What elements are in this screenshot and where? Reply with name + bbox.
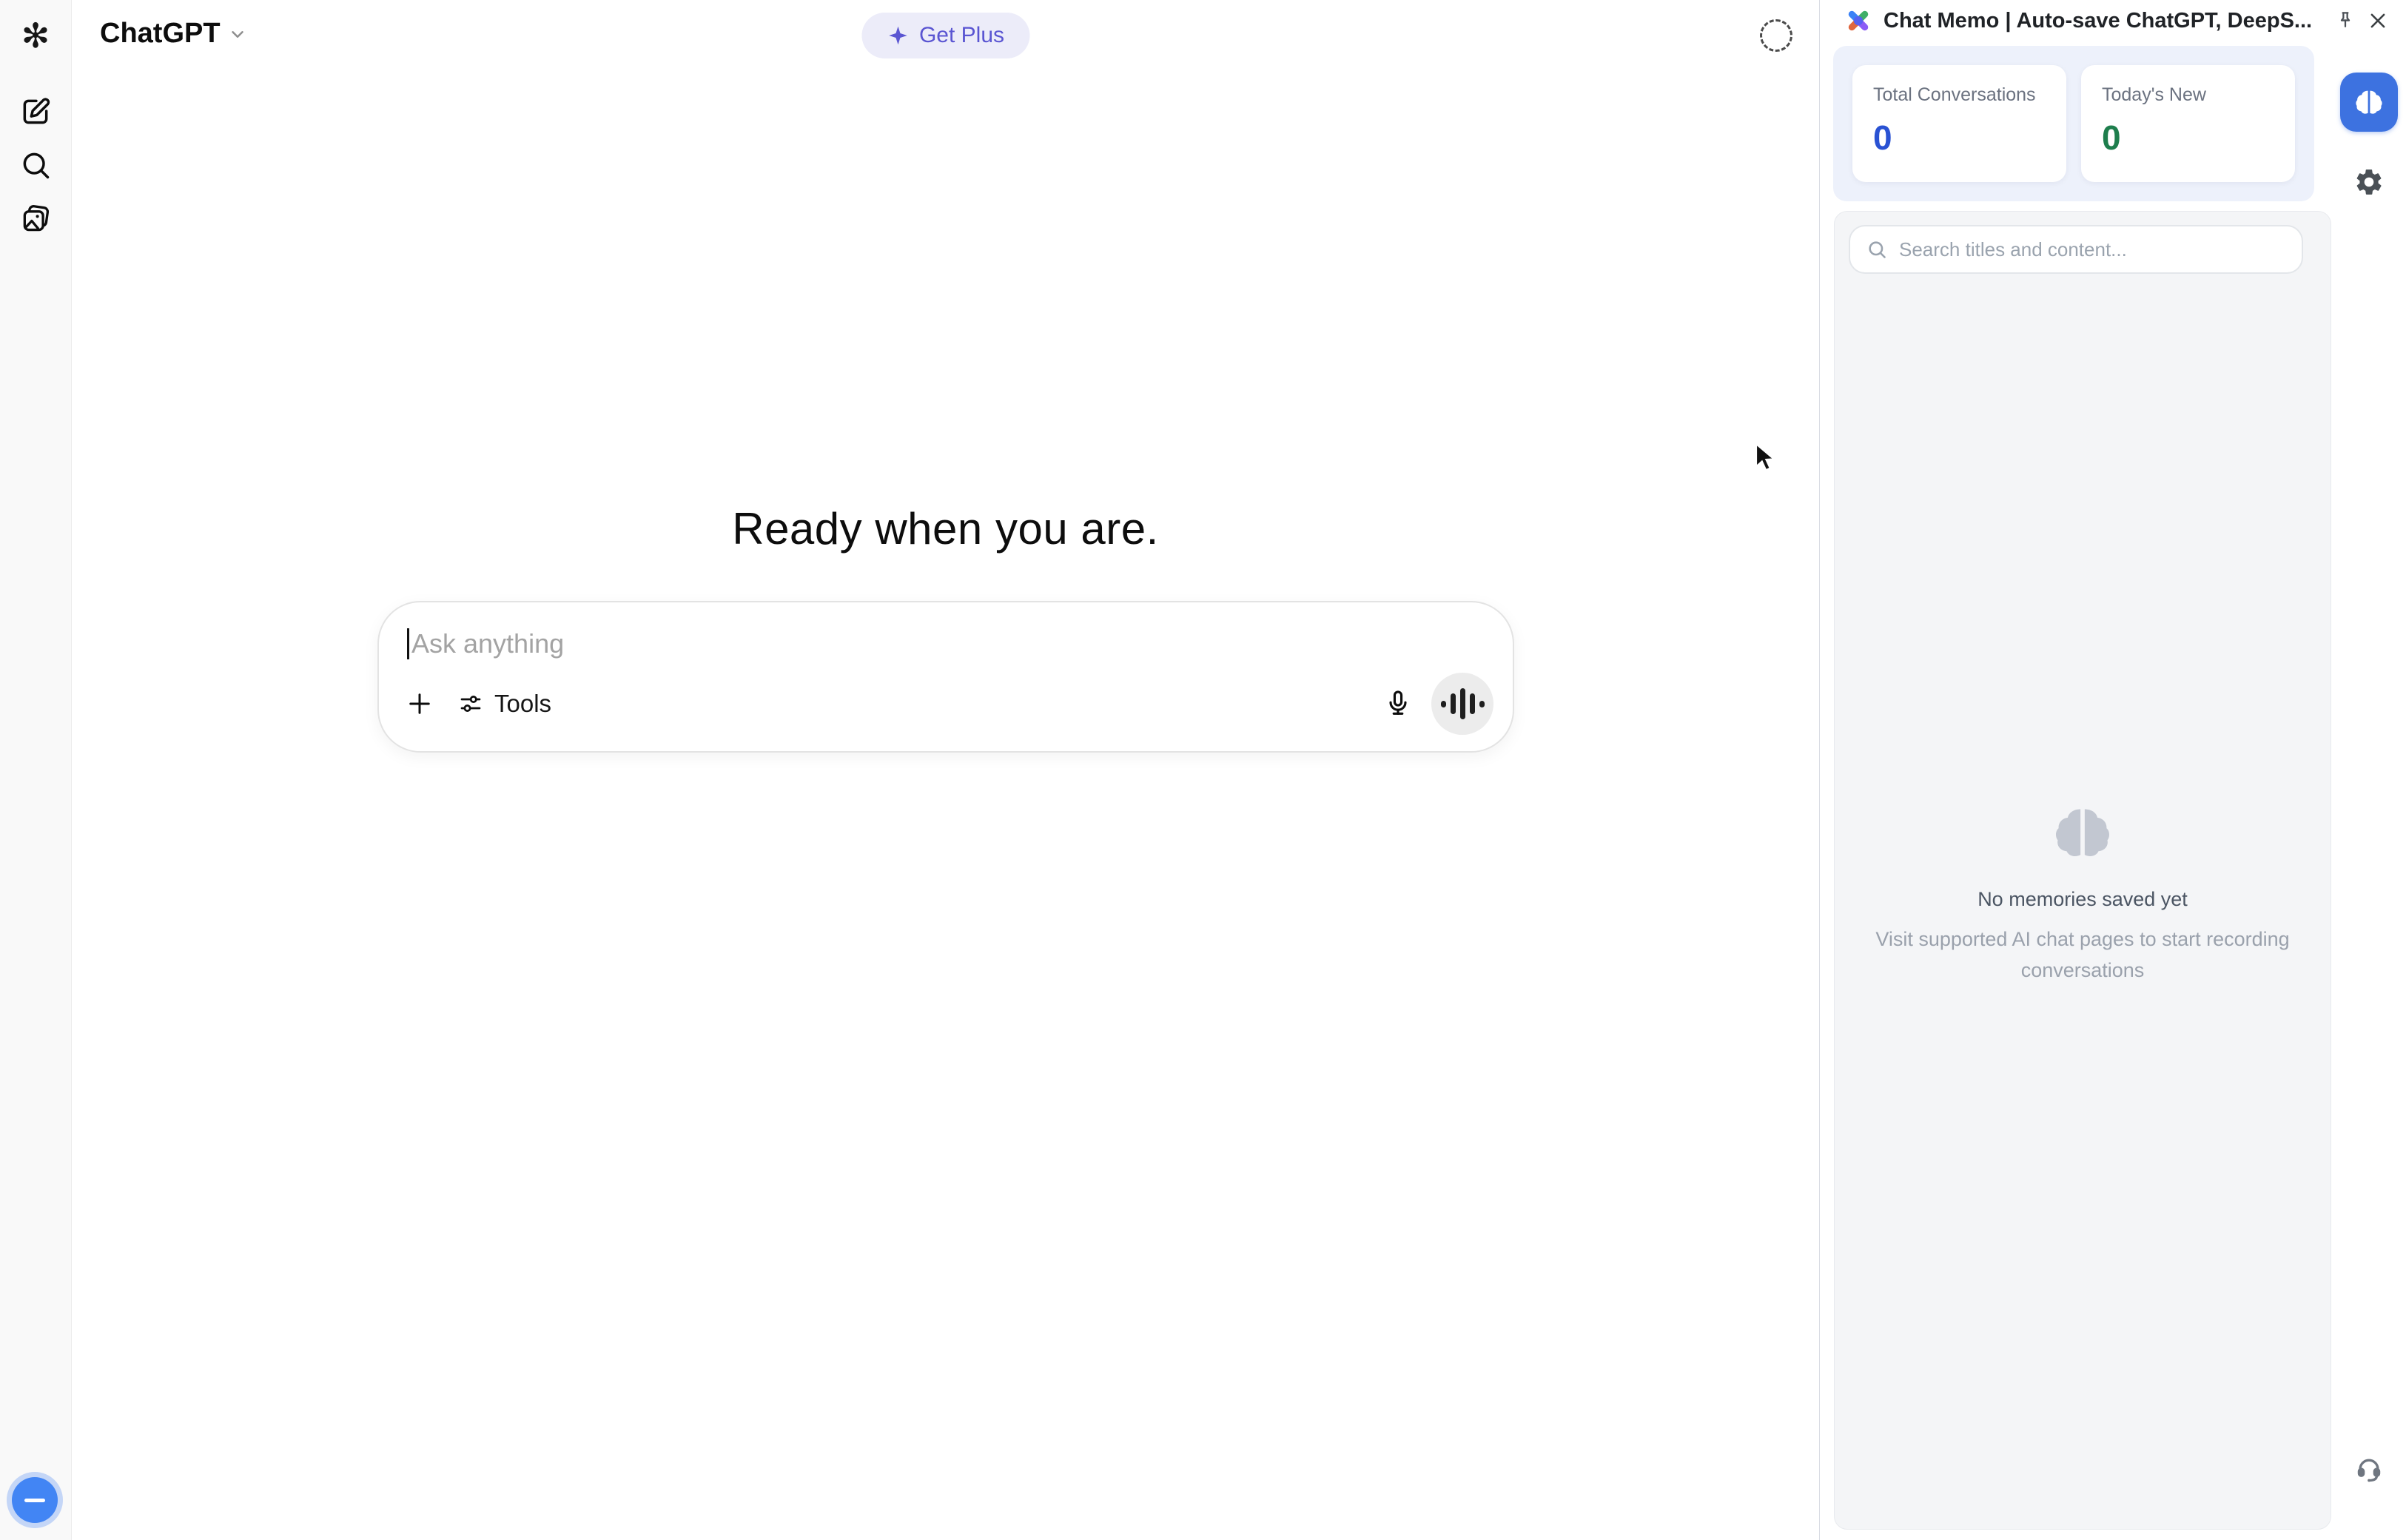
panel-title: Chat Memo | Auto-save ChatGPT, DeepS... — [1884, 9, 2329, 33]
search-icon — [1866, 239, 1887, 260]
microphone-icon[interactable] — [1382, 688, 1414, 719]
empty-state: No memories saved yet Visit supported AI… — [1835, 804, 2331, 986]
mouse-cursor — [1753, 443, 1783, 475]
temporary-chat-icon[interactable] — [1760, 19, 1792, 52]
model-label: ChatGPT — [100, 18, 221, 50]
chevron-down-icon — [228, 24, 247, 44]
model-switcher[interactable]: ChatGPT — [100, 18, 247, 50]
sliders-icon — [457, 690, 484, 717]
empty-state-title: No memories saved yet — [1977, 888, 2188, 911]
stat-card-total: Total Conversations 0 — [1852, 65, 2066, 182]
panel-search-box — [1849, 225, 2303, 274]
plus-icon[interactable] — [404, 688, 435, 719]
chatgpt-main: ChatGPT Get Plus Ready when you are. Ask… — [72, 0, 1819, 1540]
memories-tab-button[interactable] — [2340, 73, 2398, 132]
stat-card-today: Today's New 0 — [2081, 65, 2295, 182]
panel-header: Chat Memo | Auto-save ChatGPT, DeepS... — [1820, 0, 2406, 41]
brain-icon — [2353, 88, 2385, 116]
headset-icon[interactable] — [2348, 1449, 2390, 1490]
openai-logo: ✻ — [19, 19, 53, 53]
stat-value: 0 — [1873, 118, 2046, 158]
memory-list-area: No memories saved yet Visit supported AI… — [1834, 211, 2331, 1530]
close-icon[interactable] — [2362, 4, 2394, 37]
chat-memo-panel: Chat Memo | Auto-save ChatGPT, DeepS... … — [1819, 0, 2406, 1540]
sparkle-icon — [887, 24, 909, 47]
stat-label: Total Conversations — [1873, 84, 2046, 106]
tools-button[interactable]: Tools — [457, 690, 551, 718]
get-plus-button[interactable]: Get Plus — [861, 13, 1029, 58]
screen: ✻ ChatGPT — [0, 0, 2406, 1540]
tools-label: Tools — [494, 690, 551, 718]
prompt-placeholder: Ask anything — [411, 628, 564, 659]
panel-search-input[interactable] — [1899, 238, 2285, 261]
brain-icon — [2051, 804, 2114, 861]
extension-hide-bubble[interactable] — [12, 1477, 58, 1523]
empty-state-subtitle: Visit supported AI chat pages to start r… — [1861, 924, 2305, 986]
stat-value: 0 — [2102, 118, 2274, 158]
voice-mode-button[interactable] — [1431, 673, 1493, 735]
pin-icon[interactable] — [2329, 4, 2362, 37]
gear-icon[interactable] — [2348, 161, 2390, 203]
search-icon[interactable] — [19, 148, 53, 182]
get-plus-label: Get Plus — [919, 23, 1004, 48]
panel-rail — [2332, 41, 2406, 1540]
prompt-input[interactable]: Ask anything — [407, 625, 1483, 663]
new-chat-icon[interactable] — [19, 95, 53, 129]
greeting-heading: Ready when you are. — [72, 503, 1819, 554]
chat-memo-logo — [1845, 7, 1872, 34]
text-caret — [407, 628, 409, 659]
minus-icon — [24, 1499, 45, 1502]
chatgpt-sidebar: ✻ — [0, 0, 72, 1540]
composer: Ask anything Tools — [377, 601, 1514, 753]
stat-label: Today's New — [2102, 84, 2274, 106]
stats-box: Total Conversations 0 Today's New 0 — [1833, 46, 2314, 201]
library-icon[interactable] — [19, 201, 53, 235]
voice-wave-icon — [1441, 688, 1485, 719]
